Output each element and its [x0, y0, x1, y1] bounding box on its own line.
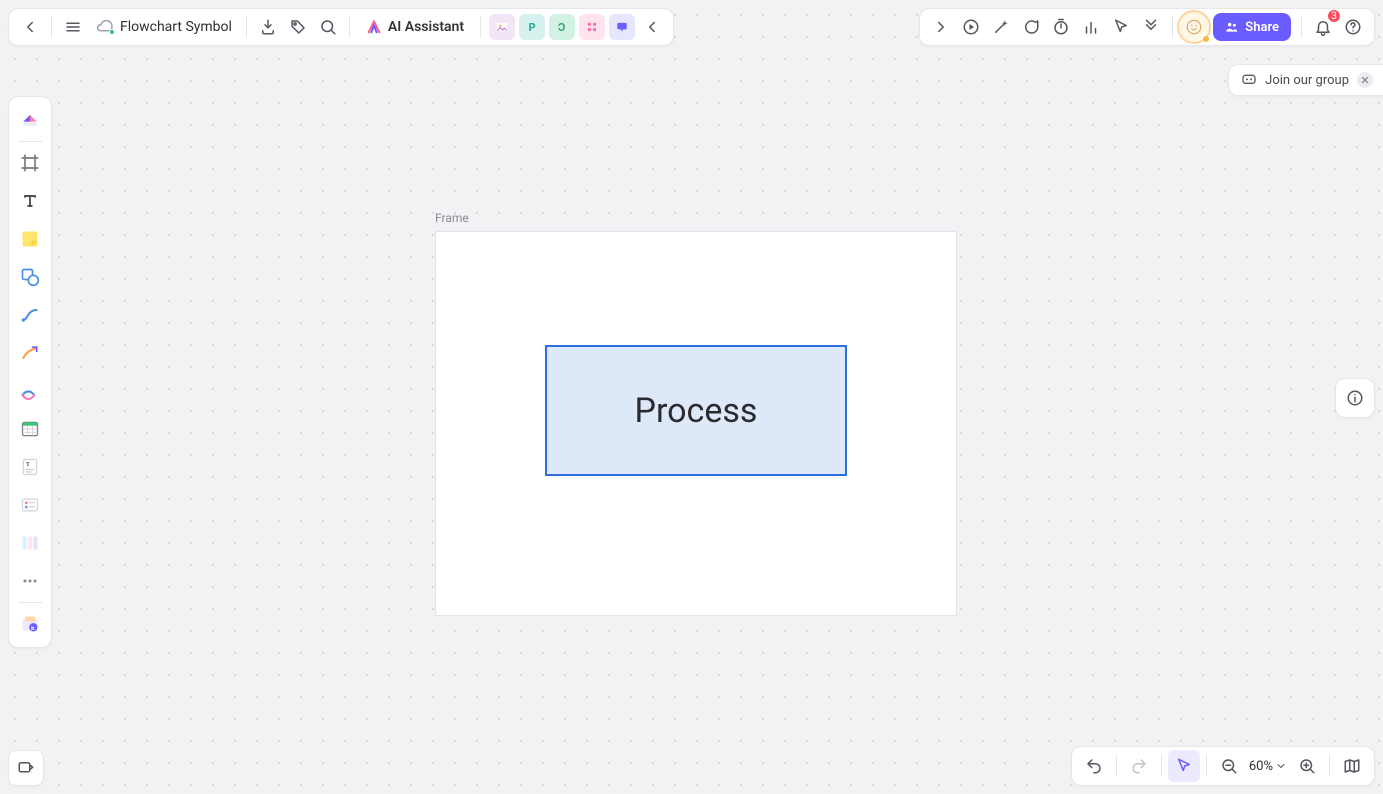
tag-button[interactable] — [283, 12, 313, 42]
divider — [246, 16, 247, 38]
svg-text:T: T — [26, 462, 30, 468]
timer-button[interactable] — [1046, 12, 1076, 42]
grid-icon — [585, 20, 599, 34]
image-icon — [495, 20, 509, 34]
cloud-sync-icon — [96, 20, 114, 34]
more-tools-button[interactable] — [1136, 12, 1166, 42]
divider — [480, 16, 481, 38]
vote-button[interactable] — [1076, 12, 1106, 42]
redo-button[interactable] — [1123, 750, 1155, 782]
effects-button[interactable] — [986, 12, 1016, 42]
ai-assistant-label: AI Assistant — [388, 19, 464, 35]
present-button[interactable] — [956, 12, 986, 42]
user-avatar[interactable] — [1179, 12, 1209, 42]
zoom-out-button[interactable] — [1213, 750, 1245, 782]
import-button[interactable] — [253, 12, 283, 42]
highlighter-tool[interactable] — [13, 374, 47, 408]
divider — [18, 141, 42, 142]
collab-app-sq-chat[interactable] — [609, 14, 635, 40]
join-group-label: Join our group — [1265, 73, 1349, 88]
collab-app-sq-grid[interactable] — [579, 14, 605, 40]
collab-app-sq-image[interactable] — [489, 14, 515, 40]
side-tool-panel: T b — [8, 96, 52, 648]
topbar-left: Flowchart Symbol AI Assistant PC — [8, 8, 674, 46]
apps-tool[interactable]: b — [13, 607, 47, 641]
discord-icon — [1241, 72, 1257, 88]
doc-tool[interactable]: T — [13, 450, 47, 484]
collab-app-letter: P — [529, 21, 536, 34]
search-button[interactable] — [313, 12, 343, 42]
ai-logo-icon — [366, 19, 382, 35]
chat-icon — [615, 20, 629, 34]
divider — [349, 16, 350, 38]
divider — [1116, 755, 1117, 777]
table-tool[interactable] — [13, 412, 47, 446]
process-shape[interactable]: Process — [545, 345, 847, 476]
kanban-tool[interactable] — [13, 526, 47, 560]
divider — [1172, 16, 1173, 38]
join-group-pill[interactable]: Join our group — [1228, 64, 1383, 96]
share-label: Share — [1245, 20, 1279, 35]
collab-app-letter: C — [558, 21, 565, 34]
collapse-apps-button[interactable] — [637, 12, 667, 42]
share-button[interactable]: Share — [1213, 13, 1291, 41]
comment-button[interactable] — [1016, 12, 1046, 42]
document-title-text: Flowchart Symbol — [120, 19, 232, 35]
process-shape-text: Process — [635, 391, 758, 431]
collab-app-sq-p[interactable]: P — [519, 14, 545, 40]
menu-button[interactable] — [58, 12, 88, 42]
zoom-in-button[interactable] — [1291, 750, 1323, 782]
divider — [18, 602, 42, 603]
divider — [1161, 755, 1162, 777]
shape-tool[interactable] — [13, 260, 47, 294]
connector-tool[interactable] — [13, 298, 47, 332]
frame-tool[interactable] — [13, 146, 47, 180]
bottom-toolbar: 60% — [1071, 746, 1375, 786]
sticky-note-tool[interactable] — [13, 222, 47, 256]
zoom-level-text: 60% — [1249, 759, 1273, 774]
divider — [1329, 755, 1330, 777]
divider — [1206, 755, 1207, 777]
pages-panel-button[interactable] — [8, 750, 44, 786]
more-tool[interactable] — [13, 564, 47, 598]
card-tool[interactable] — [13, 488, 47, 522]
pen-tool[interactable] — [13, 336, 47, 370]
join-group-close[interactable] — [1357, 72, 1373, 88]
expand-tools-button[interactable] — [926, 12, 956, 42]
pointer-tool-button[interactable] — [1106, 12, 1136, 42]
chevron-down-icon — [1275, 760, 1287, 772]
text-tool[interactable] — [13, 184, 47, 218]
ai-assistant-button[interactable]: AI Assistant — [356, 12, 474, 42]
topbar-right: Share 3 — [919, 8, 1375, 46]
help-button[interactable] — [1338, 12, 1368, 42]
zoom-level[interactable]: 60% — [1245, 759, 1291, 774]
notifications-button[interactable]: 3 — [1308, 12, 1338, 42]
info-button[interactable] — [1335, 378, 1375, 418]
minimap-button[interactable] — [1336, 750, 1368, 782]
collab-apps-row: PC — [487, 14, 637, 40]
divider — [51, 16, 52, 38]
collab-app-sq-c[interactable]: C — [549, 14, 575, 40]
select-cursor-button[interactable] — [1168, 750, 1200, 782]
divider — [1301, 16, 1302, 38]
undo-button[interactable] — [1078, 750, 1110, 782]
frame-label[interactable]: Frame — [435, 211, 469, 225]
back-button[interactable] — [15, 12, 45, 42]
logo-tool[interactable] — [13, 103, 47, 137]
share-people-icon — [1225, 20, 1239, 34]
document-title[interactable]: Flowchart Symbol — [88, 19, 240, 35]
